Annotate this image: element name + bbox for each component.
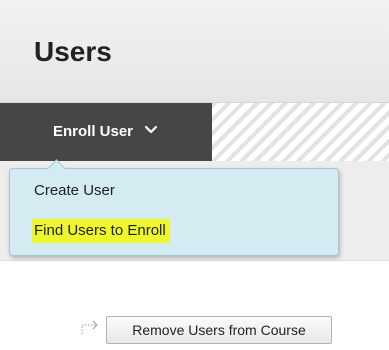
page-header: Users xyxy=(0,0,389,103)
dotted-arrow-icon xyxy=(80,316,102,336)
menu-item-create-user[interactable]: Create User xyxy=(34,181,115,201)
page-title: Users xyxy=(34,36,112,67)
action-bar: Enroll User xyxy=(0,103,389,161)
enroll-user-button[interactable]: Enroll User xyxy=(0,103,212,161)
enroll-user-label: Enroll User xyxy=(53,123,134,140)
enroll-user-dropdown-menu: Create User Find Users to Enroll xyxy=(9,159,339,256)
remove-users-row: Remove Users from Course xyxy=(0,316,389,346)
chevron-down-icon xyxy=(145,101,158,159)
users-page: Users Enroll User Create User Find Users… xyxy=(0,0,389,350)
remove-users-from-course-button[interactable]: Remove Users from Course xyxy=(106,316,332,344)
action-bar-hatch xyxy=(212,103,389,161)
menu-item-find-users-to-enroll[interactable]: Find Users to Enroll xyxy=(32,219,170,243)
